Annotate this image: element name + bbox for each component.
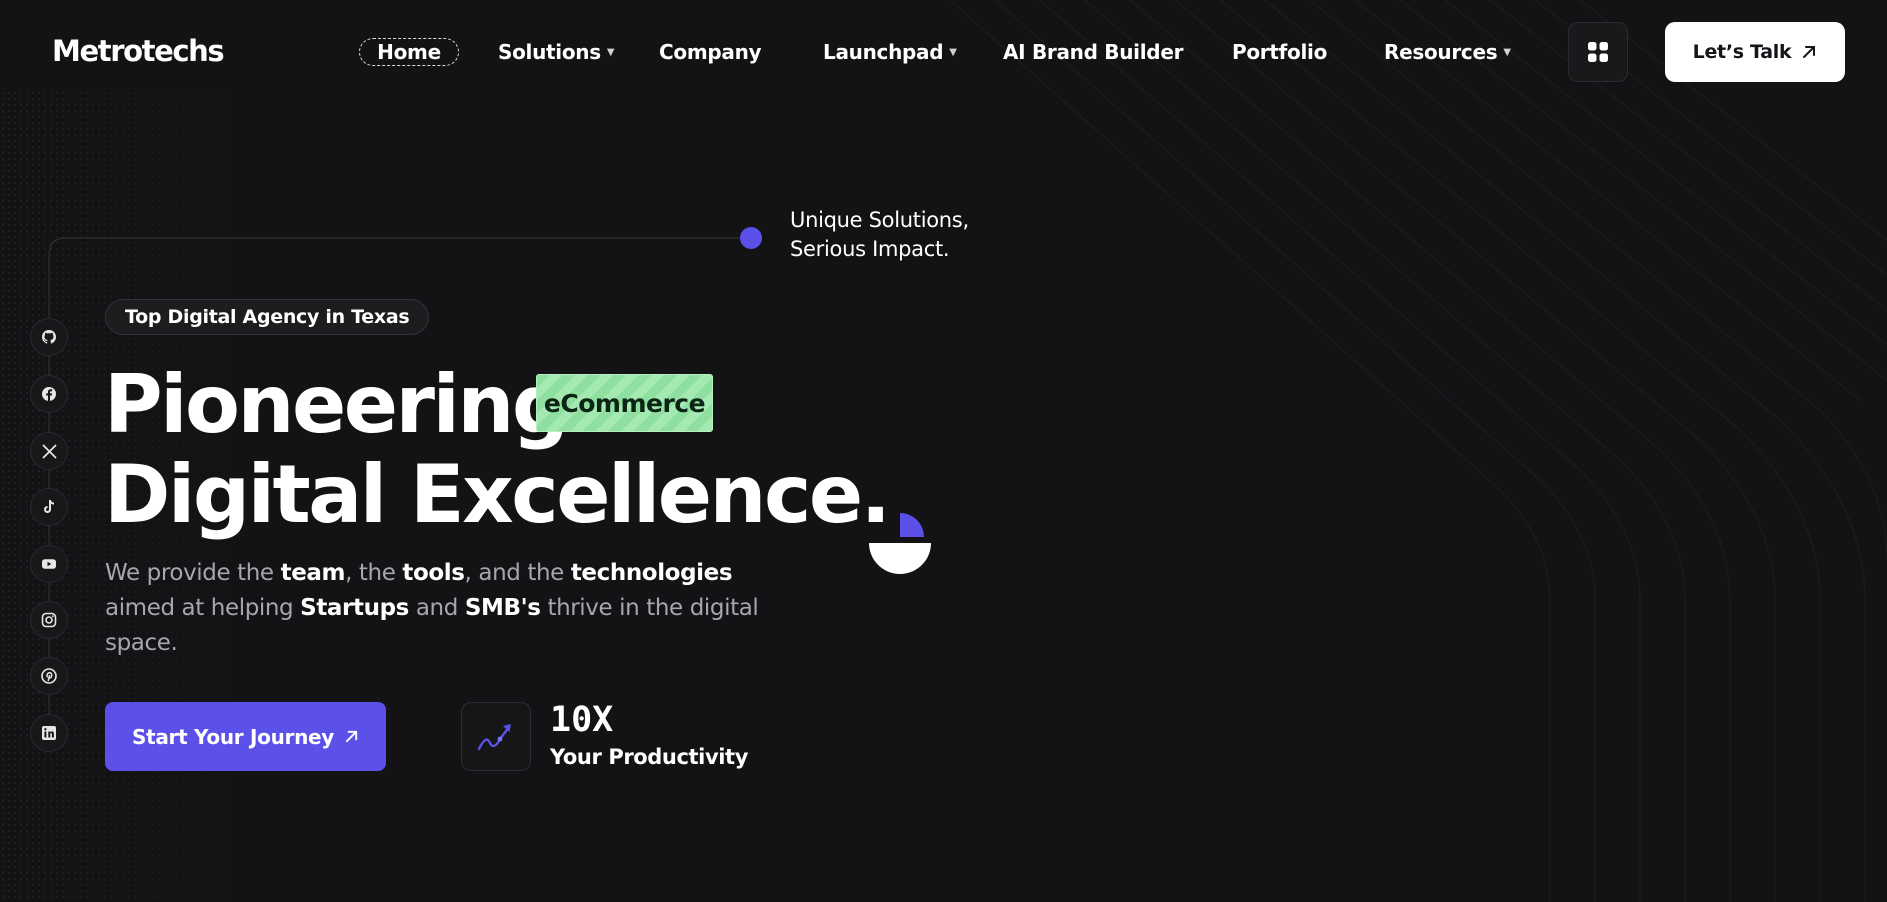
desc-bold: SMB's: [464, 595, 541, 621]
hero-headline: Pioneering Digital Excellence.: [104, 358, 891, 541]
nav-item-label: Launchpad: [823, 40, 944, 64]
headline-line-2: Digital Excellence.: [104, 448, 891, 541]
instagram-icon: [41, 612, 57, 628]
start-journey-label: Start Your Journey: [131, 724, 335, 749]
social-x[interactable]: [30, 432, 68, 470]
social-facebook[interactable]: [30, 375, 68, 413]
github-icon: [42, 330, 56, 344]
desc-bold: technologies: [570, 560, 733, 586]
nav-item-portfolio[interactable]: Portfolio: [1232, 38, 1327, 66]
social-linkedin[interactable]: [30, 714, 68, 752]
social-tiktok[interactable]: [30, 488, 68, 526]
social-instagram[interactable]: [30, 601, 68, 639]
desc-bold: team: [280, 560, 346, 586]
desc-bold: Startups: [300, 595, 409, 621]
grid-icon: [1588, 42, 1608, 62]
nav-item-label: Portfolio: [1232, 40, 1328, 64]
desc-text: , and the: [464, 560, 571, 586]
desc-text: , the: [345, 560, 403, 586]
tagline-line-2: Serious Impact.: [790, 237, 950, 261]
arrow-up-right-icon: [1803, 46, 1816, 58]
linkedin-icon: [42, 726, 56, 740]
headline-highlight-pill: eCommerce: [536, 374, 713, 432]
social-pinterest[interactable]: [30, 657, 68, 695]
nav-item-launchpad[interactable]: Launchpad ▼: [823, 38, 957, 66]
youtube-icon: [42, 559, 56, 569]
lets-talk-label: Let’s Talk: [1692, 41, 1792, 63]
stat-label: Your Productivity: [550, 745, 748, 769]
desc-text: We provide the: [105, 560, 281, 586]
nav-item-solutions[interactable]: Solutions ▼: [498, 38, 615, 66]
social-youtube[interactable]: [30, 545, 68, 583]
nav-item-label: Home: [377, 40, 441, 64]
desc-text: aimed at helping: [105, 595, 301, 621]
tagline: Unique Solutions, Serious Impact.: [790, 206, 969, 264]
desc-bold: tools: [402, 560, 465, 586]
trending-up-icon: [477, 723, 511, 750]
pinterest-icon: [41, 668, 57, 684]
accent-dot: [740, 227, 762, 249]
nav-item-company[interactable]: Company: [659, 38, 762, 66]
nav-item-label: Solutions: [498, 40, 601, 64]
lets-talk-button[interactable]: Let’s Talk: [1665, 22, 1845, 82]
social-github[interactable]: [30, 318, 68, 356]
logo[interactable]: Metrotechs: [52, 34, 225, 68]
stat-value: 10X: [550, 700, 614, 740]
hero-description: We provide the team, the tools, and the …: [105, 556, 805, 661]
menu-grid-button[interactable]: [1568, 22, 1628, 82]
nav-item-label: AI Brand Builder: [1003, 40, 1184, 64]
decorative-semicircle: [869, 513, 931, 574]
stat-icon-box: [461, 702, 531, 771]
start-journey-button[interactable]: Start Your Journey: [105, 702, 386, 771]
nav-item-resources[interactable]: Resources ▼: [1384, 38, 1511, 66]
nav-item-home[interactable]: Home: [359, 38, 459, 66]
x-twitter-icon: [42, 444, 56, 458]
chevron-down-icon: ▼: [949, 46, 957, 58]
arrow-up-right-icon: [345, 730, 358, 743]
tiktok-icon: [44, 500, 55, 513]
nav-item-ai-brand-builder[interactable]: AI Brand Builder: [1003, 38, 1183, 66]
chevron-down-icon: ▼: [1503, 46, 1511, 58]
desc-text: and: [408, 595, 465, 621]
chevron-down-icon: ▼: [606, 46, 615, 58]
tagline-line-1: Unique Solutions,: [790, 208, 969, 232]
nav-item-label: Company: [659, 40, 762, 64]
facebook-icon: [42, 387, 56, 401]
nav-item-label: Resources: [1384, 40, 1498, 64]
headline-line-1: Pioneering: [104, 358, 569, 451]
agency-badge: Top Digital Agency in Texas: [105, 299, 430, 335]
